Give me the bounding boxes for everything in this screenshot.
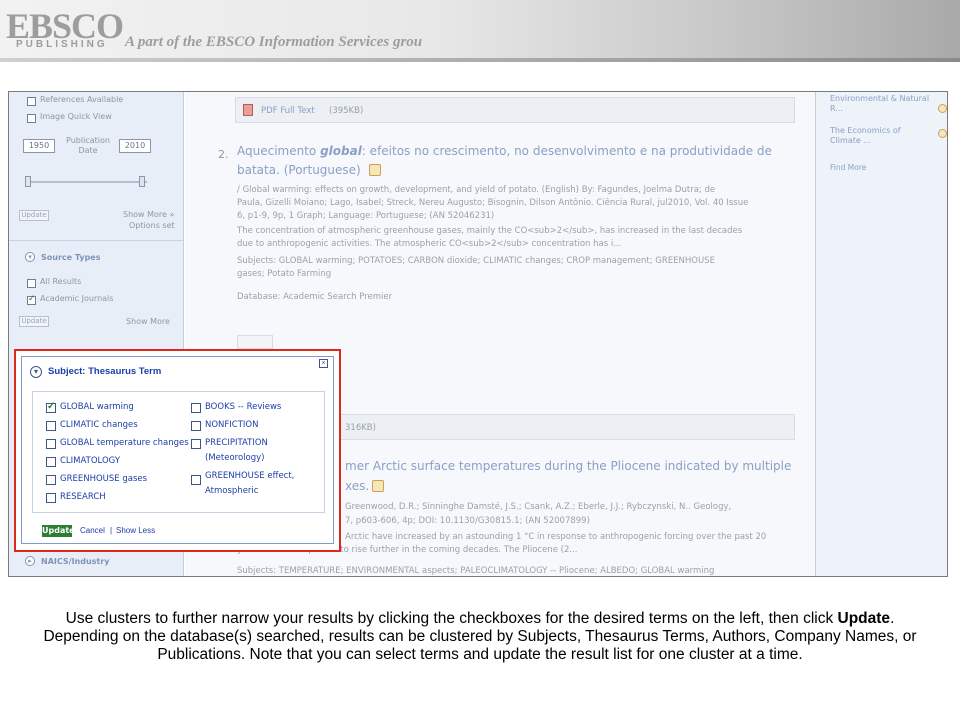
all-results-checkbox[interactable] <box>27 279 36 288</box>
cluster-title: Subject: Thesaurus Term <box>48 366 162 377</box>
term-checkbox[interactable] <box>191 403 201 413</box>
result-title-link[interactable]: mer Arctic surface temperatures during t… <box>345 459 791 473</box>
result-subjects: gases; Potato Farming <box>237 269 332 279</box>
source-types-update-button[interactable]: Update <box>19 316 49 327</box>
term-label: RESEARCH <box>60 492 106 502</box>
term-label: GREENHOUSE gases <box>60 474 148 484</box>
caption-emphasis: Update <box>837 610 891 627</box>
related-link[interactable]: Environmental & Natural R... <box>830 94 930 114</box>
cluster-header: ▾ Subject: Thesaurus Term × <box>22 357 333 383</box>
source-types-heading[interactable]: Source Types <box>41 253 101 262</box>
result-abstract: due to anthropogenic activities. The atm… <box>237 239 622 249</box>
limiters-update-button[interactable]: Update <box>19 210 49 221</box>
date-slider-left-handle[interactable] <box>25 176 31 187</box>
pub-date-label: Publication Date <box>66 136 110 155</box>
banner-divider <box>0 58 960 62</box>
term-label: GLOBAL temperature changes <box>60 438 189 448</box>
result-abstract: Arctic have increased by an astounding 1… <box>345 532 767 542</box>
image-quick-view-checkbox[interactable] <box>27 114 36 123</box>
limiter-label: References Available <box>40 95 124 104</box>
term-label: GLOBAL warming <box>60 402 134 412</box>
pdf-size: (395KB) <box>329 106 364 116</box>
thesaurus-term-cluster: ▾ Subject: Thesaurus Term × GLOBAL warmi… <box>21 356 334 544</box>
term-checkbox[interactable] <box>46 439 56 449</box>
date-slider-track <box>27 181 147 183</box>
divider <box>9 240 183 241</box>
preview-icon[interactable] <box>369 164 381 176</box>
pdf-full-text-link[interactable]: PDF Full Text <box>261 106 315 116</box>
pdf-icon[interactable] <box>243 104 253 116</box>
term-label-cont: Atmospheric <box>205 486 259 496</box>
term-checkbox[interactable] <box>46 457 56 467</box>
result-subjects: Subjects: TEMPERATURE; ENVIRONMENTAL asp… <box>237 566 715 576</box>
term-checkbox[interactable] <box>191 475 201 485</box>
term-checkbox[interactable] <box>46 475 56 485</box>
result-title-link-cont[interactable]: batata. (Portuguese) <box>237 163 361 177</box>
result-title-link[interactable]: Aquecimento global: efeitos no crescimen… <box>237 144 772 158</box>
pdf-size: 316KB) <box>345 423 376 433</box>
find-more-link[interactable]: Find More <box>830 163 866 172</box>
result-thumbnail[interactable] <box>237 335 273 349</box>
pdf-row <box>235 97 795 123</box>
magnifier-icon[interactable] <box>938 104 947 113</box>
link-separator: | <box>110 526 113 535</box>
show-less-link[interactable]: Show Less <box>116 526 155 535</box>
result-meta: 6, p1-9, 9p, 1 Graph; Language: Portugue… <box>237 211 495 221</box>
result-database: Database: Academic Search Premier <box>237 292 393 302</box>
naics-industry-heading[interactable]: NAICS/Industry <box>41 557 109 566</box>
limiters-show-more-link[interactable]: Show More » <box>123 210 174 219</box>
term-checkbox[interactable] <box>46 421 56 431</box>
term-label-cont: (Meteorology) <box>205 453 265 463</box>
result-title-link-cont[interactable]: xes. <box>345 479 369 493</box>
result-abstract: The concentration of atmospheric greenho… <box>237 226 743 236</box>
banner-tagline: A part of the EBSCO Information Services… <box>125 34 423 50</box>
term-checkbox[interactable] <box>46 493 56 503</box>
cluster-term-list: GLOBAL warming CLIMATIC changes GLOBAL t… <box>32 391 325 513</box>
term-label: GREENHOUSE effect, <box>205 471 295 481</box>
date-slider-right-handle[interactable] <box>139 176 145 187</box>
result-meta: Greenwood, D.R.; Sinninghe Damsté, J.S.;… <box>345 502 732 512</box>
pub-date-from-input[interactable]: 1950 <box>23 139 55 153</box>
instruction-caption: Use clusters to further narrow your resu… <box>30 610 930 664</box>
ebsco-logo: EBSCO PUBLISHING <box>6 5 124 51</box>
result-number: 2. <box>218 148 229 161</box>
references-available-checkbox[interactable] <box>27 97 36 106</box>
limiter-label: Image Quick View <box>40 112 112 121</box>
related-panel: Environmental & Natural R... The Economi… <box>815 92 947 576</box>
magnifier-icon[interactable] <box>938 129 947 138</box>
result-subjects: Subjects: GLOBAL warming; POTATOES; CARB… <box>237 256 715 266</box>
highlighted-cluster-popup: ▾ Subject: Thesaurus Term × GLOBAL warmi… <box>14 349 341 552</box>
source-type-label: Academic Journals <box>40 294 114 303</box>
logo-subtext: PUBLISHING <box>16 39 108 50</box>
close-icon[interactable]: × <box>319 359 328 368</box>
preview-icon[interactable] <box>372 480 384 492</box>
publisher-banner: EBSCO PUBLISHING A part of the EBSCO Inf… <box>0 0 960 62</box>
result-meta: 7, p603-606, 4p; DOI: 10.1130/G30815.1; … <box>345 516 590 526</box>
collapse-icon[interactable]: ▾ <box>30 366 42 378</box>
term-label: NONFICTION <box>205 420 259 430</box>
term-checkbox[interactable] <box>191 421 201 431</box>
expand-icon[interactable]: ▸ <box>25 556 35 566</box>
update-button[interactable]: Update <box>42 525 75 537</box>
cancel-link[interactable]: Cancel <box>80 526 105 535</box>
related-link[interactable]: The Economics of Climate ... <box>830 126 920 146</box>
result-meta: Paula, Gizelli Moiano; Lago, Isabel; Str… <box>237 198 749 208</box>
result-meta: / Global warming: effects on growth, dev… <box>237 185 716 195</box>
options-set-text: Options set <box>129 221 175 230</box>
term-checkbox[interactable] <box>46 401 56 413</box>
term-label: CLIMATIC changes <box>60 420 138 430</box>
pub-date-to-input[interactable]: 2010 <box>119 139 151 153</box>
term-label: PRECIPITATION <box>205 438 268 448</box>
term-label: BOOKS -- Reviews <box>205 402 282 412</box>
source-type-label: All Results <box>40 277 82 286</box>
term-label: CLIMATOLOGY <box>60 456 121 466</box>
caption-text: Use clusters to further narrow your resu… <box>65 610 838 627</box>
academic-journals-checkbox[interactable] <box>27 294 36 305</box>
term-checkbox[interactable] <box>191 439 201 449</box>
collapse-icon[interactable]: ▾ <box>25 252 35 262</box>
source-types-show-more-link[interactable]: Show More <box>126 317 170 326</box>
